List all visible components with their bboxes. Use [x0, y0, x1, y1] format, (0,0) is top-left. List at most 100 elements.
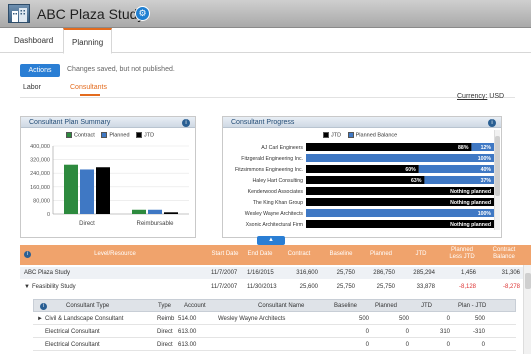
sub-account: 613.00: [178, 329, 197, 335]
y-tick-label: 0: [47, 212, 50, 218]
sub-planned: 500: [398, 316, 409, 322]
bar-planned: [80, 169, 94, 214]
x-tick-label: Direct: [79, 221, 95, 227]
currency-label[interactable]: Currency:: [457, 93, 487, 100]
legend-swatch-jtd: [136, 132, 143, 138]
sub-baseline: 500: [358, 316, 369, 322]
actions-button[interactable]: Actions: [20, 64, 60, 77]
wrench-icon[interactable]: ⚙: [135, 6, 150, 21]
data-label-planned-balance: 100%: [478, 156, 492, 162]
col-account[interactable]: Account: [184, 300, 206, 313]
list-item[interactable]: Electrical Consultant Direct 613.00 0 0 …: [33, 339, 516, 351]
category-label: Xsonic Architectural Firm: [246, 222, 303, 228]
data-label-jtd: 88%: [458, 145, 469, 151]
publish-status-text: Changes saved, but not published.: [67, 66, 175, 73]
y-tick-label: 400,000: [30, 144, 50, 150]
app-title: ABC Plaza Study: [37, 6, 145, 22]
col-baseline[interactable]: Baseline: [324, 251, 358, 258]
grid-header: i Level/Resource Start Date End Date Con…: [20, 245, 531, 265]
grid-scrollbar[interactable]: [523, 265, 531, 354]
category-label: Wesley Wayne Architects: [245, 211, 304, 217]
col-sub-baseline[interactable]: Baseline: [334, 300, 357, 313]
legend-swatch-contract: [66, 132, 72, 138]
row-end: 1/16/2015: [247, 270, 274, 276]
table-row[interactable]: ABC Plaza Study 11/7/2007 1/16/2015 316,…: [20, 267, 531, 279]
sub-consultant-type: Electrical Consultant: [45, 329, 100, 335]
category-label: Fitzgerald Engineering Inc.: [241, 156, 303, 162]
sub-type: Direct: [157, 342, 173, 348]
data-label-jtd: 60%: [405, 167, 416, 173]
table-row[interactable]: ▼ Feasibility Study 11/7/2007 11/30/2013…: [20, 281, 531, 293]
subtab-labor[interactable]: Labor: [23, 84, 41, 91]
category-label: The King Khan Group: [253, 200, 303, 206]
info-icon[interactable]: i: [488, 119, 496, 127]
legend-jtd: JTD: [144, 132, 155, 139]
row-start: 11/7/2007: [211, 284, 238, 290]
info-icon[interactable]: i: [182, 119, 190, 127]
row-arrow-icon[interactable]: ►: [37, 313, 43, 325]
col-level-resource[interactable]: Level/Resource: [80, 251, 150, 258]
summary-legend: Contract Planned JTD: [61, 132, 154, 138]
scrollbar-thumb[interactable]: [495, 136, 500, 196]
row-name: ABC Plaza Study: [24, 270, 71, 276]
legend-swatch-planned: [101, 132, 108, 138]
legend-contract: Contract: [74, 132, 95, 139]
row-planned: 25,750: [376, 284, 395, 290]
row-jtd: 33,878: [416, 284, 435, 290]
col-contract[interactable]: Contract: [282, 251, 316, 258]
info-icon[interactable]: i: [24, 251, 31, 258]
progress-legend: JTD Planned Balance: [318, 132, 397, 138]
col-contract-balance[interactable]: Contract Balance: [486, 247, 522, 260]
category-label: Haley Hart Consulting: [253, 178, 304, 184]
tab-planning[interactable]: Planning: [63, 28, 113, 54]
bar-jtd: [164, 212, 178, 214]
col-consultant-name[interactable]: Consultant Name: [258, 300, 304, 313]
legend-jtd: JTD: [331, 132, 342, 139]
sub-account: 514.00: [178, 316, 197, 322]
legend-planned-balance: Planned Balance: [355, 132, 398, 139]
tab-dashboard[interactable]: Dashboard: [6, 28, 61, 53]
bar-contract: [64, 164, 78, 214]
bar-planned: [148, 209, 162, 214]
bar-jtd: [306, 176, 425, 184]
list-item[interactable]: ► Civil & Landscape Consultant Reimb 514…: [33, 313, 516, 325]
plan-summary-panel: Consultant Plan Summary i Contract Planne…: [20, 116, 196, 238]
col-jtd[interactable]: JTD: [404, 251, 438, 258]
plan-summary-chart: 0 80,000 160,000 240,000 320,000 400,000 Direc…: [30, 144, 189, 227]
subtab-active-indicator: [80, 94, 100, 96]
subgrid-header: i Consultant Type Type Account Consultan…: [33, 299, 516, 312]
col-sub-jtd[interactable]: JTD: [421, 300, 432, 313]
row-contract-balance: 31,306: [501, 270, 520, 276]
plan-summary-title: Consultant Plan Summary i: [21, 117, 195, 128]
expand-caret-icon[interactable]: ▼: [24, 281, 30, 293]
row-planned-less-jtd: 1,456: [460, 270, 476, 276]
info-icon[interactable]: i: [40, 303, 47, 310]
bar-planned-balance: [306, 209, 494, 217]
progress-scrollbar[interactable]: [494, 130, 500, 230]
list-item[interactable]: Electrical Consultant Direct 613.00 0 0 …: [33, 326, 516, 338]
col-plan-jtd[interactable]: Plan - JTD: [458, 300, 486, 313]
col-type[interactable]: Type: [158, 300, 171, 313]
data-label-planned-balance: 37%: [481, 178, 492, 184]
app-window: ABC Plaza Study ⚙ Dashboard Planning Act…: [0, 0, 531, 354]
consultant-progress-chart: AJ Carl Engineers 88% 12% Fitzgerald Engine…: [235, 143, 494, 228]
col-sub-planned[interactable]: Planned: [375, 300, 397, 313]
divider: [20, 97, 515, 98]
col-planned[interactable]: Planned: [364, 251, 398, 258]
col-end-date[interactable]: End Date: [245, 251, 275, 258]
plan-summary-title-text: Consultant Plan Summary: [29, 119, 111, 126]
category-label: Kenderwood Associates: [248, 189, 304, 195]
sub-plan-jtd: 500: [474, 316, 485, 322]
scrollbar-thumb[interactable]: [525, 273, 531, 289]
collapse-toggle-button[interactable]: ▲: [257, 236, 285, 245]
col-consultant-type[interactable]: Consultant Type: [66, 300, 109, 313]
sub-account: 613.00: [178, 342, 197, 348]
sub-type: Reimb: [157, 316, 175, 322]
bar-contract: [132, 209, 146, 214]
col-planned-less-jtd[interactable]: Planned Less JTD: [444, 247, 480, 260]
col-start-date[interactable]: Start Date: [210, 251, 240, 258]
sub-plan-jtd: 0: [481, 342, 485, 348]
row-planned: 286,750: [373, 270, 395, 276]
row-baseline: 25,750: [336, 284, 355, 290]
subtab-consultants[interactable]: Consultants: [70, 84, 107, 91]
